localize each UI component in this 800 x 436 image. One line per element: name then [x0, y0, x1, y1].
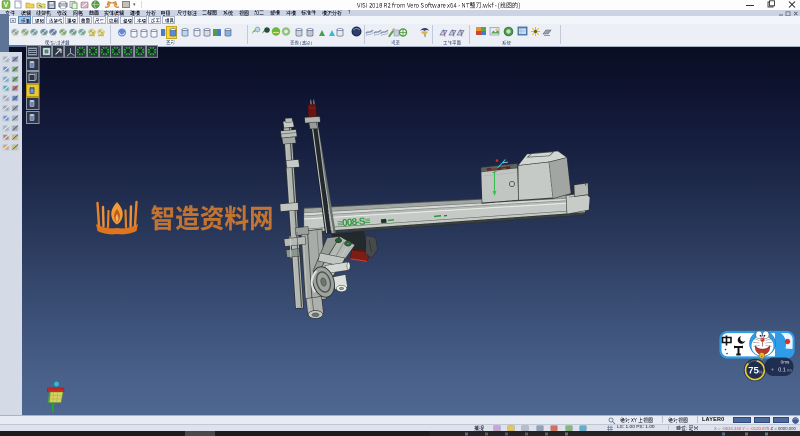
svg-text:K/s: K/s [787, 368, 792, 372]
svg-text:%: % [758, 369, 762, 374]
svg-text:0ms: 0ms [781, 359, 790, 364]
svg-text:0.1: 0.1 [778, 367, 786, 373]
